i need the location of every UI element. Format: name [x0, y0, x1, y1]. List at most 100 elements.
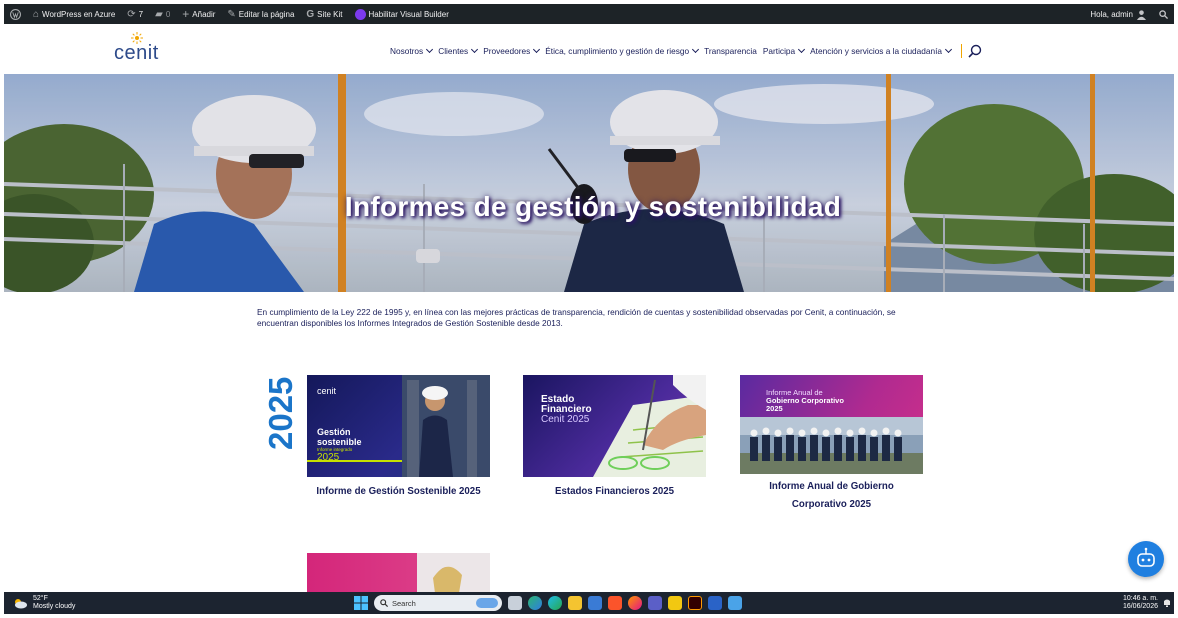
sitekit-label: Site Kit	[317, 9, 343, 19]
report-card-gobierno[interactable]: Informe Anual de Gobierno Corporativo 20…	[740, 375, 923, 514]
card-thumbnail[interactable]: Informe Anual de Gobierno Corporativo 20…	[740, 375, 923, 474]
notification-icon[interactable]	[1163, 598, 1171, 607]
weather-widget[interactable]: 52°F Mostly cloudy	[12, 595, 75, 611]
hero-title: Informes de gestión y sostenibilidad	[344, 191, 842, 222]
updates-menu[interactable]: ⟳ 7	[121, 4, 149, 24]
site-header: cenit Nosotros Clientes Proveedores Étic…	[4, 24, 1174, 74]
windows-taskbar: 52°F Mostly cloudy Search 10:46 a. m. 16…	[4, 592, 1174, 614]
nav-label: Participa	[762, 46, 796, 56]
thumb-line1: Gestión	[317, 427, 351, 437]
illustrator-icon[interactable]	[688, 596, 702, 610]
wp-logo-menu[interactable]	[4, 4, 27, 24]
card-title[interactable]: Informe de Gestión Sostenible 2025	[307, 483, 490, 501]
card-title[interactable]: Estados Financieros 2025	[523, 483, 706, 501]
system-clock[interactable]: 10:46 a. m. 16/06/2026	[1123, 595, 1158, 611]
brave-icon[interactable]	[608, 596, 622, 610]
search-highlight-icon	[476, 598, 498, 608]
chatbot-button[interactable]	[1128, 541, 1164, 577]
updates-count: 7	[138, 9, 144, 19]
thumb-line3: 2025	[766, 404, 783, 413]
nav-label: Proveedores	[483, 46, 531, 56]
financieros-cover-art	[593, 375, 706, 477]
edge-icon[interactable]	[548, 596, 562, 610]
nav-item-proveedores[interactable]: Proveedores	[483, 45, 541, 56]
temperature: 52°F	[33, 595, 48, 602]
greeting-label: Hola, admin	[1090, 9, 1133, 19]
teams-icon[interactable]	[648, 596, 662, 610]
new-content-menu[interactable]: + Añadir	[176, 4, 221, 24]
visual-builder-label: Habilitar Visual Builder	[368, 9, 449, 19]
nav-divider	[961, 44, 963, 58]
file-explorer-icon[interactable]	[568, 596, 582, 610]
card-thumbnail[interactable]: cenit Gestión sostenible Informe integra…	[307, 375, 490, 477]
search-icon	[380, 599, 388, 607]
powerbi-icon[interactable]	[668, 596, 682, 610]
copilot-icon[interactable]	[528, 596, 542, 610]
logo-text: cenit	[114, 42, 159, 64]
task-view-icon[interactable]	[508, 596, 522, 610]
main-nav: Nosotros Clientes Proveedores Ética, cum…	[390, 44, 982, 58]
report-card-gestion[interactable]: cenit Gestión sostenible Informe integra…	[307, 375, 490, 501]
search-icon[interactable]	[968, 44, 982, 58]
nav-item-transparencia[interactable]: Transparencia	[704, 46, 757, 56]
chevron-down-icon	[798, 45, 806, 54]
clock-time: 10:46 a. m.	[1122, 595, 1158, 602]
intro-text: En cumplimiento de la Ley 222 de 1995 y,…	[257, 307, 896, 328]
nav-item-nosotros[interactable]: Nosotros	[390, 45, 434, 56]
browser-viewport: ⌂ WordPress en Azure ⟳ 7 ▰ 0 + Añadir ✎ …	[4, 4, 1174, 614]
thumb-year: 2025	[317, 452, 340, 463]
cenit-logo[interactable]: cenit	[114, 32, 174, 68]
security-icon[interactable]	[708, 596, 722, 610]
taskbar-search[interactable]: Search	[374, 595, 502, 611]
firefox-icon[interactable]	[628, 596, 642, 610]
wordpress-icon	[10, 8, 21, 20]
nav-label: Atención y servicios a la ciudadanía	[810, 46, 943, 56]
report-card-partial[interactable]	[307, 553, 490, 593]
clock-date: 16/06/2026	[1122, 603, 1158, 610]
nav-label: Nosotros	[390, 46, 424, 56]
plus-icon: +	[182, 7, 190, 21]
divi-icon	[354, 8, 366, 20]
chevron-down-icon	[692, 45, 700, 54]
visual-builder-link[interactable]: Habilitar Visual Builder	[349, 4, 455, 24]
chevron-down-icon	[945, 45, 953, 54]
report-card-financieros[interactable]: Estado Financiero Cenit 2025 Estados Fin…	[523, 375, 706, 501]
search-placeholder: Search	[392, 598, 416, 608]
cloud-sun-icon	[15, 599, 27, 609]
google-icon: G	[306, 8, 315, 20]
account-menu[interactable]: Hola, admin	[1084, 4, 1153, 24]
search-icon	[1159, 9, 1168, 19]
nav-item-clientes[interactable]: Clientes	[438, 45, 479, 56]
home-icon: ⌂	[33, 8, 40, 20]
thumb-logo: cenit	[317, 386, 337, 396]
chevron-down-icon	[533, 45, 541, 54]
comment-icon: ▰	[155, 8, 163, 20]
admin-search-button[interactable]	[1153, 4, 1174, 24]
year-label: 2025	[262, 377, 298, 450]
nav-label: Ética, cumplimiento y gestión de riesgo	[545, 46, 690, 56]
nav-item-participa[interactable]: Participa	[762, 45, 806, 56]
remote-desktop-icon[interactable]	[728, 596, 742, 610]
refresh-icon: ⟳	[127, 8, 136, 20]
new-label: Añadir	[192, 9, 216, 19]
hero-banner: Informes de gestión y sostenibilidad	[4, 74, 1174, 292]
store-icon[interactable]	[588, 596, 602, 610]
site-name-menu[interactable]: ⌂ WordPress en Azure	[27, 4, 121, 24]
edit-page-link[interactable]: ✎ Editar la página	[221, 4, 300, 24]
windows-start-icon[interactable]	[354, 596, 368, 610]
nav-item-etica[interactable]: Ética, cumplimiento y gestión de riesgo	[545, 45, 700, 56]
svg-text:2025: 2025	[262, 377, 298, 450]
site-name-label: WordPress en Azure	[42, 9, 116, 19]
thumb-line3: Cenit 2025	[541, 414, 590, 425]
comments-count: 0	[165, 9, 171, 19]
card-thumbnail[interactable]: Estado Financiero Cenit 2025	[523, 375, 706, 477]
nav-label: Clientes	[438, 46, 469, 56]
card-title[interactable]: Informe Anual de Gobierno Corporativo 20…	[740, 478, 923, 514]
comments-menu[interactable]: ▰ 0	[149, 4, 176, 24]
robot-icon	[1137, 547, 1155, 567]
nav-item-atencion[interactable]: Atención y servicios a la ciudadanía	[810, 45, 953, 56]
taskbar-apps: Search	[354, 595, 742, 611]
hero-photo	[4, 74, 1174, 292]
sitekit-menu[interactable]: G Site Kit	[300, 4, 348, 24]
avatar-icon	[1136, 9, 1147, 20]
